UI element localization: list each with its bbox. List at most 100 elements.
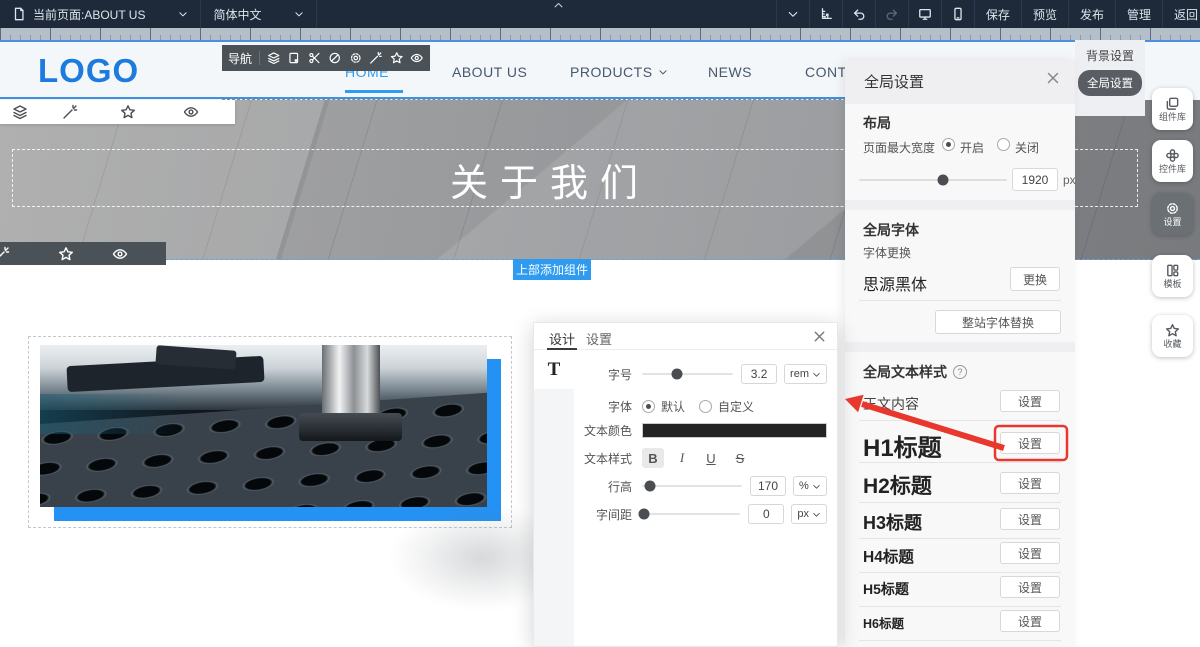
magic-wand-icon[interactable] bbox=[62, 104, 78, 120]
scissors-icon[interactable] bbox=[308, 51, 322, 65]
current-page-label: 当前页面:ABOUT US bbox=[33, 6, 145, 23]
gear-icon[interactable] bbox=[349, 51, 363, 65]
h1-setting-button[interactable]: 设置 bbox=[1000, 432, 1060, 454]
back-button[interactable]: 返回 bbox=[1162, 0, 1200, 28]
font-change-title: 字体更换 bbox=[863, 244, 911, 261]
font-size-slider[interactable] bbox=[642, 373, 733, 375]
language-selector[interactable]: 简体中文 bbox=[201, 0, 317, 28]
global-font-heading: 全局字体 bbox=[863, 220, 919, 240]
machine-photo[interactable] bbox=[40, 345, 487, 507]
body-text-setting-button[interactable]: 设置 bbox=[1000, 390, 1060, 412]
undo-icon[interactable] bbox=[842, 0, 875, 28]
h2-setting-button[interactable]: 设置 bbox=[1000, 472, 1060, 494]
font-size-unit-value: rem bbox=[790, 368, 809, 380]
tab-global-settings[interactable]: 全局设置 bbox=[1078, 70, 1142, 96]
sidebar-item-components[interactable]: 组件库 bbox=[1152, 88, 1193, 130]
h6-style-label: H6标题 bbox=[863, 613, 904, 632]
font-size-input[interactable] bbox=[741, 364, 777, 384]
line-height-label: 行高 bbox=[574, 478, 632, 495]
help-icon[interactable]: ? bbox=[953, 365, 967, 379]
underline-button[interactable]: U bbox=[700, 448, 722, 468]
font-custom-radio[interactable] bbox=[699, 400, 712, 413]
component-toolbar-title: 导航 bbox=[228, 50, 252, 67]
strikethrough-button[interactable]: S bbox=[729, 448, 751, 468]
collapse-topbar-handle[interactable] bbox=[544, 0, 572, 11]
font-family-label: 字体 bbox=[574, 398, 632, 415]
ruler-guides-icon[interactable] bbox=[809, 0, 842, 28]
nav-item-about-us[interactable]: ABOUT US bbox=[452, 64, 527, 80]
site-logo[interactable]: LOGO bbox=[38, 52, 139, 90]
tab-design[interactable]: 设计 bbox=[549, 329, 575, 348]
dialog-tool-rail bbox=[534, 389, 574, 646]
line-height-slider-handle[interactable] bbox=[645, 481, 656, 492]
max-width-on-radio[interactable] bbox=[942, 138, 955, 151]
max-width-off-radio[interactable] bbox=[997, 138, 1010, 151]
component-toolbar: 导航 bbox=[222, 45, 430, 71]
eye-icon[interactable] bbox=[410, 51, 424, 65]
font-size-slider-handle[interactable] bbox=[671, 369, 682, 380]
text-style-row: 文本样式 B I U S bbox=[574, 447, 827, 469]
close-icon[interactable] bbox=[1045, 70, 1061, 86]
mobile-view-icon[interactable] bbox=[941, 0, 974, 28]
letter-spacing-slider[interactable] bbox=[642, 513, 740, 515]
chevron-down-icon bbox=[812, 482, 821, 491]
current-page-selector[interactable]: 当前页面:ABOUT US bbox=[0, 0, 201, 28]
divider bbox=[859, 640, 1061, 641]
text-tool-button[interactable]: T bbox=[534, 351, 574, 389]
manage-button[interactable]: 管理 bbox=[1115, 0, 1162, 28]
font-size-unit-select[interactable]: rem bbox=[784, 364, 827, 384]
line-height-slider[interactable] bbox=[642, 485, 742, 487]
sidebar-item-favorites[interactable]: 收藏 bbox=[1152, 315, 1193, 357]
magic-wand-icon[interactable] bbox=[0, 246, 10, 262]
h1-style-label: H1标题 bbox=[863, 428, 942, 463]
nav-item-news[interactable]: NEWS bbox=[708, 64, 752, 80]
max-width-unit: px bbox=[1063, 173, 1076, 187]
bold-button[interactable]: B bbox=[642, 448, 664, 468]
italic-button[interactable]: I bbox=[671, 448, 693, 468]
tab-background-settings[interactable]: 背景设置 bbox=[1075, 40, 1145, 68]
line-height-unit-select[interactable]: % bbox=[793, 476, 827, 496]
letter-spacing-unit-select[interactable]: px bbox=[791, 504, 827, 524]
save-button[interactable]: 保存 bbox=[974, 0, 1021, 28]
replace-all-fonts-button[interactable]: 整站字体替换 bbox=[935, 310, 1061, 334]
eye-icon[interactable] bbox=[183, 104, 199, 120]
line-height-input[interactable] bbox=[750, 476, 786, 496]
desktop-view-icon[interactable] bbox=[908, 0, 941, 28]
active-tab-underline bbox=[547, 348, 577, 350]
disable-icon[interactable] bbox=[328, 51, 342, 65]
h5-setting-button[interactable]: 设置 bbox=[1000, 576, 1060, 598]
layers-icon[interactable] bbox=[12, 104, 28, 120]
text-color-swatch[interactable] bbox=[642, 423, 827, 438]
close-icon[interactable] bbox=[812, 329, 827, 344]
sidebar-item-settings[interactable]: 设置 bbox=[1152, 193, 1193, 235]
add-component-top-button[interactable]: 上部添加组件 bbox=[513, 259, 591, 280]
font-size-label: 字号 bbox=[574, 366, 632, 383]
preview-button[interactable]: 预览 bbox=[1021, 0, 1068, 28]
letter-spacing-input[interactable] bbox=[748, 504, 784, 524]
magic-wand-icon[interactable] bbox=[369, 51, 383, 65]
copy-page-icon[interactable] bbox=[287, 51, 301, 65]
max-width-slider[interactable] bbox=[859, 179, 1007, 181]
h4-setting-button[interactable]: 设置 bbox=[1000, 542, 1060, 564]
sidebar-item-templates[interactable]: 模板 bbox=[1152, 255, 1193, 297]
font-default-radio[interactable] bbox=[642, 400, 655, 413]
change-font-button[interactable]: 更换 bbox=[1010, 267, 1060, 291]
eye-icon[interactable] bbox=[112, 246, 128, 262]
publish-button[interactable]: 发布 bbox=[1068, 0, 1115, 28]
star-icon[interactable] bbox=[390, 51, 404, 65]
h3-setting-button[interactable]: 设置 bbox=[1000, 508, 1060, 530]
h6-setting-button[interactable]: 设置 bbox=[1000, 610, 1060, 632]
tab-settings[interactable]: 设置 bbox=[586, 329, 612, 348]
layers-icon[interactable] bbox=[267, 51, 281, 65]
star-icon[interactable] bbox=[120, 104, 136, 120]
sidebar-item-widgets[interactable]: 控件库 bbox=[1152, 140, 1193, 182]
max-width-input[interactable] bbox=[1012, 168, 1058, 191]
letter-spacing-slider-handle[interactable] bbox=[638, 509, 649, 520]
collapse-panel-icon[interactable] bbox=[776, 0, 809, 28]
layout-heading: 布局 bbox=[863, 113, 891, 133]
nav-item-products[interactable]: PRODUCTS bbox=[570, 64, 668, 80]
font-default-label: 默认 bbox=[661, 398, 685, 415]
redo-icon[interactable] bbox=[875, 0, 908, 28]
max-width-slider-handle[interactable] bbox=[938, 175, 949, 186]
star-icon[interactable] bbox=[58, 246, 74, 262]
